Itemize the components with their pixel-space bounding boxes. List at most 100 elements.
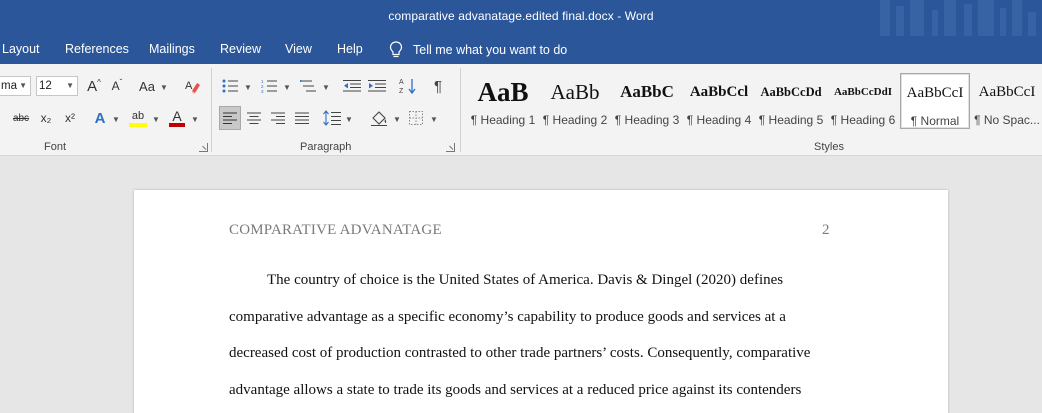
font-group-label: Font <box>44 141 67 153</box>
style-name: ¶ Heading 2 <box>542 113 608 127</box>
paragraph-group-label: Paragraph <box>300 141 352 153</box>
styles-group-label: Styles <box>814 141 844 153</box>
numbering-button[interactable]: 1 2 3 <box>259 75 279 97</box>
align-right-button[interactable] <box>268 107 288 129</box>
style-name: ¶ Heading 3 <box>614 113 680 127</box>
chevron-down-icon: ▼ <box>283 83 291 92</box>
font-color-icon: A <box>172 108 182 124</box>
strikethrough-button[interactable]: abc <box>8 107 34 129</box>
font-size-combo[interactable]: 12 ▼ <box>36 76 78 96</box>
style-heading-1[interactable]: AaB ¶ Heading 1 <box>468 73 538 129</box>
shading-button[interactable] <box>368 107 390 129</box>
style-name: ¶ Normal <box>910 114 960 128</box>
style-sample: AaBbCcDd <box>760 84 822 99</box>
tab-layout[interactable]: Layout <box>2 42 40 56</box>
paragraph-dialog-launcher[interactable] <box>446 143 455 152</box>
bullets-icon <box>222 79 238 93</box>
style-sample: AaBbCcl <box>689 83 749 100</box>
text-effects-button[interactable]: A <box>91 107 109 129</box>
align-center-button[interactable] <box>244 107 264 129</box>
borders-button[interactable] <box>406 107 426 129</box>
align-left-button[interactable] <box>219 106 241 130</box>
highlight-icon: ab <box>131 109 145 122</box>
eraser-icon: A <box>185 80 200 94</box>
style-sample: AaBbCcI <box>906 84 964 101</box>
style-sample: AaBb <box>550 79 600 104</box>
shrink-font-button[interactable]: Aˇ <box>108 75 126 97</box>
body-line-4: advantage allows a state to trade its go… <box>229 382 802 398</box>
line-spacing-button[interactable] <box>321 107 343 129</box>
style-sample: AaB <box>477 77 529 107</box>
align-right-icon <box>271 112 285 124</box>
strikethrough-icon: abc <box>12 112 30 124</box>
highlight-button[interactable]: ab <box>127 107 149 129</box>
show-formatting-marks-button[interactable]: ¶ <box>428 75 448 97</box>
line-spacing-icon <box>323 110 341 126</box>
styles-gallery: AaB ¶ Heading 1 AaBb ¶ Heading 2 AaBbC ¶… <box>468 68 1042 136</box>
title-bar: comparative advanatage.edited final.docx… <box>0 0 1042 36</box>
pilcrow-icon: ¶ <box>433 77 443 95</box>
group-separator <box>211 68 212 152</box>
group-separator <box>460 68 461 152</box>
highlight-color-bar <box>129 122 147 127</box>
font-color-button[interactable]: A <box>167 107 187 129</box>
chevron-down-icon: ▼ <box>430 115 438 124</box>
grow-font-button[interactable]: A ^ <box>84 75 104 97</box>
tab-mailings[interactable]: Mailings <box>149 42 195 56</box>
tell-me-search[interactable]: Tell me what you want to do <box>389 40 567 60</box>
bullets-button[interactable] <box>220 75 240 97</box>
subscript-button[interactable]: x₂ <box>36 107 56 129</box>
style-heading-5[interactable]: AaBbCcDd ¶ Heading 5 <box>756 73 826 129</box>
multilevel-list-button[interactable] <box>298 75 318 97</box>
tell-me-text: Tell me what you want to do <box>413 43 568 57</box>
svg-text:A: A <box>399 79 404 86</box>
tab-review[interactable]: Review <box>220 42 261 56</box>
chevron-down-icon: ▼ <box>244 83 252 92</box>
justify-button[interactable] <box>292 107 312 129</box>
tab-references[interactable]: References <box>65 42 129 56</box>
style-name: ¶ No Spac... <box>974 113 1040 127</box>
style-name: ¶ Heading 6 <box>830 113 896 127</box>
decrease-indent-button[interactable] <box>341 75 363 97</box>
ribbon: ma ▼ 12 ▼ A ^ Aˇ Aa ▼ A abc x₂ x² A ▼ ab … <box>0 64 1042 156</box>
svg-text:Z: Z <box>399 88 404 95</box>
sort-button[interactable]: A Z <box>398 75 418 97</box>
style-sample: AaBbC <box>620 82 674 101</box>
multilevel-list-icon <box>300 80 316 92</box>
change-case-button[interactable]: Aa <box>136 75 158 97</box>
page-number: 2 <box>822 222 830 238</box>
style-heading-4[interactable]: AaBbCcl ¶ Heading 4 <box>684 73 754 129</box>
align-left-icon <box>223 112 237 124</box>
increase-indent-button[interactable] <box>366 75 388 97</box>
paint-bucket-icon <box>371 111 387 126</box>
style-normal[interactable]: AaBbCcI ¶ Normal <box>900 73 970 129</box>
document-page[interactable]: COMPARATIVE ADVANATAGE 2 The country of … <box>134 190 948 413</box>
font-color-bar <box>169 123 185 127</box>
superscript-button[interactable]: x² <box>60 107 80 129</box>
lightbulb-icon <box>389 41 403 58</box>
chevron-down-icon: ▼ <box>191 115 199 124</box>
chevron-down-icon: ▼ <box>19 81 27 90</box>
align-center-icon <box>247 112 261 124</box>
body-line-2: comparative advantage as a specific econ… <box>229 309 786 325</box>
style-name: ¶ Heading 5 <box>758 113 824 127</box>
superscript-icon: x² <box>65 111 75 125</box>
chevron-down-icon: ▼ <box>322 83 330 92</box>
style-heading-6[interactable]: AaBbCcDdI ¶ Heading 6 <box>828 73 898 129</box>
increase-indent-icon <box>368 80 386 92</box>
tab-view[interactable]: View <box>285 42 312 56</box>
font-name-combo[interactable]: ma ▼ <box>0 76 31 96</box>
running-header: COMPARATIVE ADVANATAGE <box>229 222 442 238</box>
svg-text:A: A <box>185 80 193 92</box>
font-dialog-launcher[interactable] <box>199 143 208 152</box>
shrink-font-icon: A <box>111 79 120 93</box>
style-heading-3[interactable]: AaBbC ¶ Heading 3 <box>612 73 682 129</box>
body-line-1: The country of choice is the United Stat… <box>267 272 784 288</box>
clear-formatting-button[interactable]: A <box>182 75 204 97</box>
chevron-down-icon: ▼ <box>393 115 401 124</box>
body-line-3: decreased cost of production contrasted … <box>229 345 811 361</box>
style-no-spacing[interactable]: AaBbCcI ¶ No Spac... <box>972 73 1042 129</box>
tab-help[interactable]: Help <box>337 42 363 56</box>
style-heading-2[interactable]: AaBb ¶ Heading 2 <box>540 73 610 129</box>
borders-icon <box>409 111 423 125</box>
